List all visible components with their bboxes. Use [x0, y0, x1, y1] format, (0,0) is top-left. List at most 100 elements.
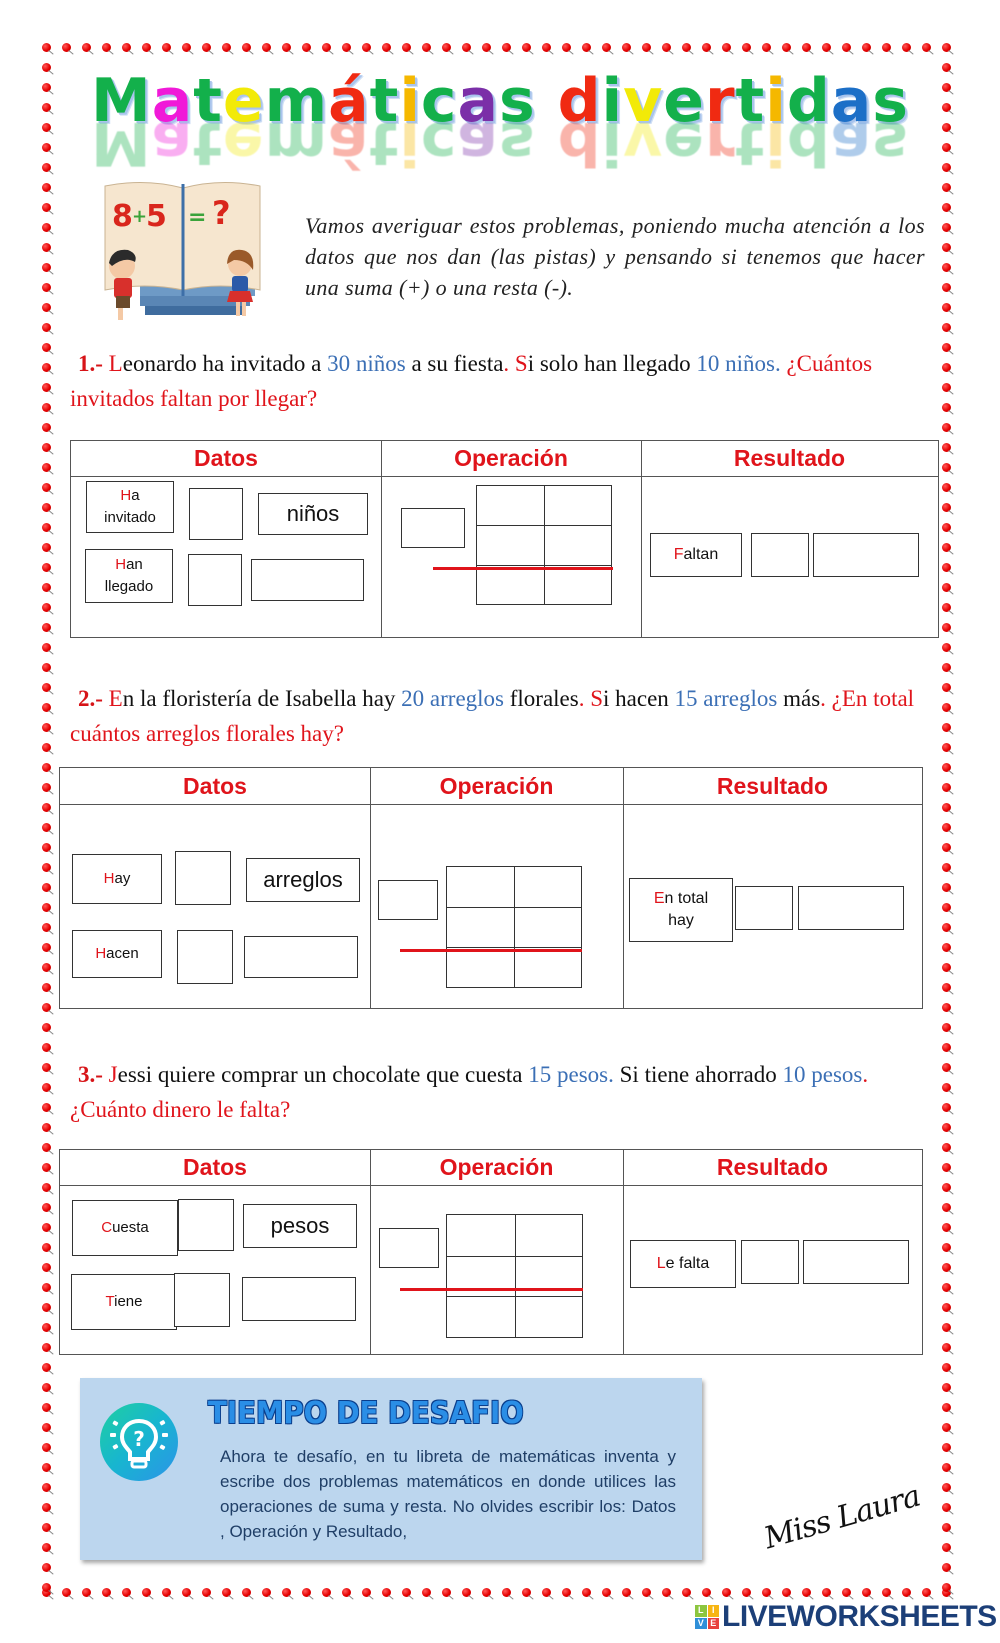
border-pin: [942, 703, 951, 712]
problem-number: 2.-: [78, 686, 103, 711]
border-pin: [222, 1588, 231, 1597]
datos-unit-input[interactable]: [242, 1277, 356, 1321]
border-pin: [42, 1583, 51, 1592]
operator-input[interactable]: [379, 1228, 439, 1268]
border-pin: [942, 303, 951, 312]
border-pin: [942, 43, 951, 52]
border-pin: [42, 1563, 51, 1572]
border-pin: [942, 1183, 951, 1192]
border-pin: [642, 1588, 651, 1597]
border-pin: [942, 1003, 951, 1012]
border-pin: [742, 43, 751, 52]
liveworksheets-brand[interactable]: LIVE LIVEWORKSHEETS: [695, 1600, 997, 1634]
datos-number-input[interactable]: [189, 488, 243, 540]
operator-input[interactable]: [378, 880, 438, 920]
resultado-unit-input[interactable]: [813, 533, 919, 577]
title-reflection-letter: M: [91, 118, 152, 178]
operation-grid[interactable]: [446, 866, 582, 988]
border-pin: [542, 43, 551, 52]
datos-unit-input[interactable]: [251, 559, 364, 601]
operation-grid[interactable]: [446, 1214, 583, 1338]
border-pin: [42, 1203, 51, 1212]
datos-number-input[interactable]: [175, 851, 231, 905]
border-pin: [942, 963, 951, 972]
border-pin: [102, 1588, 111, 1597]
border-pin: [42, 1383, 51, 1392]
border-pin: [322, 1588, 331, 1597]
operation-result-line: [433, 567, 613, 570]
border-pin: [602, 1588, 611, 1597]
resultado-unit-input[interactable]: [798, 886, 904, 930]
resultado-number-input[interactable]: [751, 533, 809, 577]
border-pin: [42, 1323, 51, 1332]
grid-line: [447, 1255, 582, 1257]
border-pin: [502, 43, 511, 52]
border-pin: [42, 1283, 51, 1292]
operation-grid[interactable]: [476, 485, 612, 605]
problem-text: essi quiere comprar un chocolate que cue…: [117, 1062, 529, 1087]
resultado-unit-input[interactable]: [803, 1240, 909, 1284]
border-pin: [942, 1463, 951, 1472]
border-pin: [942, 263, 951, 272]
border-pin: [942, 463, 951, 472]
border-pin: [42, 1483, 51, 1492]
border-pin: [42, 1103, 51, 1112]
border-pin: [942, 783, 951, 792]
datos-number-input[interactable]: [177, 930, 233, 984]
datos-number-input[interactable]: [178, 1199, 234, 1251]
border-pin: [302, 1588, 311, 1597]
datos-number-input[interactable]: [174, 1273, 230, 1327]
border-pin: [942, 1103, 951, 1112]
border-pin: [42, 503, 51, 512]
title-reflection-letter: i: [601, 118, 624, 178]
label-line: En total: [654, 888, 708, 910]
border-pin: [842, 1588, 851, 1597]
grid-line: [447, 946, 581, 948]
border-pin: [42, 543, 51, 552]
border-pin: [942, 1123, 951, 1132]
border-pin: [322, 43, 331, 52]
resultado-number-input[interactable]: [741, 1240, 799, 1284]
operator-input[interactable]: [401, 508, 465, 548]
label-initial: H: [120, 487, 132, 504]
border-pin: [662, 1588, 671, 1597]
label-rest: acen: [106, 945, 139, 962]
resultado-number-input[interactable]: [735, 886, 793, 930]
border-pin: [942, 723, 951, 732]
datos-label: Tiene: [71, 1274, 177, 1330]
border-pin: [42, 563, 51, 572]
border-pin: [542, 1588, 551, 1597]
resultado-label: En total hay: [629, 878, 733, 942]
border-pin: [942, 903, 951, 912]
border-pin: [42, 523, 51, 532]
border-pin: [942, 1083, 951, 1092]
grid-line: [477, 564, 611, 566]
border-pin: [582, 43, 591, 52]
border-pin: [942, 663, 951, 672]
header-resultado: Resultado: [716, 773, 829, 799]
title-reflection-letter: v: [623, 118, 664, 178]
problem-highlight: E: [108, 686, 123, 711]
problem-quantity: 15 arreglos: [674, 686, 778, 711]
border-pin: [42, 1463, 51, 1472]
title-reflection-letter: a: [457, 118, 499, 178]
label-line-2: hay: [668, 912, 694, 929]
border-pin: [722, 1588, 731, 1597]
grid-line: [514, 1215, 516, 1337]
border-pin: [522, 43, 531, 52]
title-reflection-letter: a: [151, 118, 194, 178]
border-pin: [722, 43, 731, 52]
equation-equals: =: [188, 205, 206, 230]
border-pin: [282, 1588, 291, 1597]
border-pin: [562, 43, 571, 52]
datos-unit-input[interactable]: [244, 936, 358, 978]
logo-tile: E: [707, 1617, 719, 1629]
border-pin: [162, 1588, 171, 1597]
title-reflection-letter: r: [704, 118, 736, 178]
datos-number-input[interactable]: [188, 554, 242, 606]
border-pin: [942, 683, 951, 692]
border-pin: [42, 703, 51, 712]
title-reflection-letter: s: [498, 118, 536, 178]
header-datos: Datos: [183, 773, 247, 799]
border-pin: [42, 1363, 51, 1372]
